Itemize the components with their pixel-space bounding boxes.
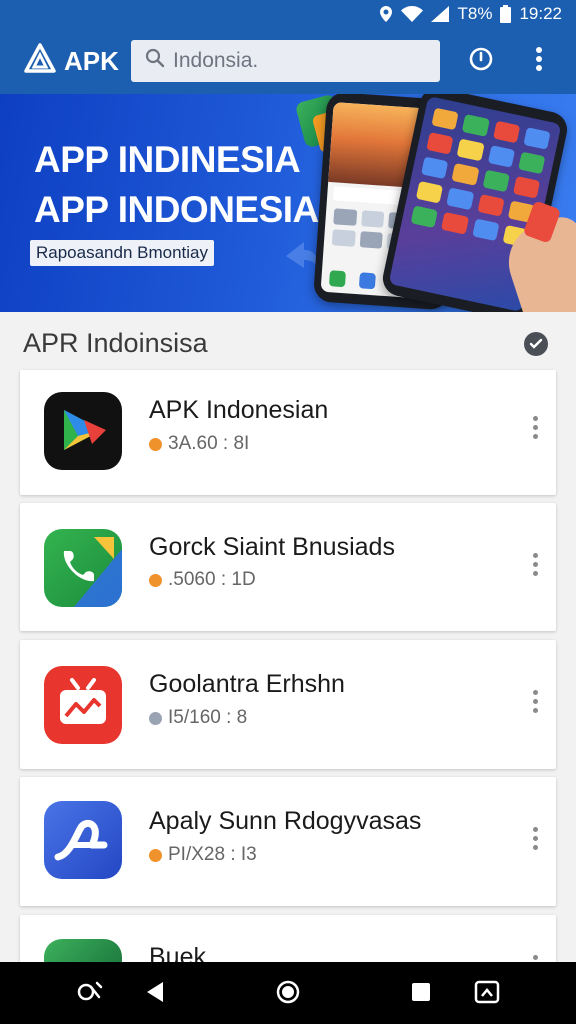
app-title: APK [64,45,119,76]
app-meta: PI/X28 : I3 [149,844,257,866]
app-name: Apaly Sunn Rdogyvasas [149,807,422,835]
app-meta: 3A.60 : 8I [149,433,249,455]
battery-percent: T8% [457,4,493,23]
app-list-item[interactable]: Gorck Siaint Bnusiads .5060 : 1D [20,503,556,631]
app-meta: .5060 : 1D [149,569,256,591]
apk-logo-icon [24,42,56,80]
app-meta-text: 3A.60 : 8I [168,433,250,454]
recents-button[interactable] [406,979,436,1009]
banner-title-line1: APP INDINESIA [34,139,301,180]
app-list-item[interactable]: Apaly Sunn Rdogyvasas PI/X28 : I3 [20,777,556,906]
item-more-button[interactable] [530,827,540,850]
power-icon [468,46,494,77]
play-store-style-icon [44,392,122,470]
screenshot-icon [474,980,500,1009]
app-meta-text: I5/160 : 8 [168,707,248,728]
shield-check-icon [523,332,549,361]
location-icon [379,6,393,22]
phone-call-app-icon [44,529,122,607]
section-heading: APR Indoinsisa [23,328,208,358]
home-circle-icon [276,980,300,1009]
search-icon [145,48,165,74]
battery-icon [500,5,512,23]
screenshot-button[interactable] [472,979,502,1009]
tv-chart-app-icon [44,666,122,744]
search-input[interactable]: Indonsia. [131,40,440,82]
more-vert-icon [535,46,543,77]
signal-icon [431,6,450,22]
item-more-button[interactable] [530,553,540,576]
app-list-item[interactable]: Goolantra Erhshn I5/160 : 8 [20,640,556,769]
section-info-button[interactable] [523,331,549,362]
item-more-button[interactable] [530,416,540,439]
app-logo[interactable]: APK [24,42,119,80]
system-navigation-bar [0,962,576,1024]
app-meta-text: PI/X28 : I3 [168,844,257,865]
app-name: Gorck Siaint Bnusiads [149,533,395,561]
accessibility-button[interactable] [76,979,106,1009]
app-meta: I5/160 : 8 [149,707,247,729]
letter-a-app-icon [44,801,122,879]
banner-title-line2: APP INDONESIA [34,189,319,230]
recents-square-icon [410,981,432,1008]
home-button[interactable] [273,979,303,1009]
power-button[interactable] [466,46,496,76]
wifi-icon [401,6,424,22]
promo-banner[interactable]: APP INDINESIA APP INDONESIA Rapoasandn B… [0,94,576,312]
back-button[interactable] [140,979,170,1009]
overflow-menu-button[interactable] [524,46,554,76]
rating-icon [149,573,162,587]
app-meta-text: .5060 : 1D [168,569,256,590]
app-bar: APK Indonsia. [0,28,576,94]
search-placeholder: Indonsia. [173,49,259,72]
back-triangle-icon [145,981,165,1008]
app-list-item[interactable]: APK Indonesian 3A.60 : 8I [20,370,556,495]
rating-icon [149,437,162,451]
status-bar: T8% 19:22 [0,0,576,28]
rating-icon [149,711,162,725]
app-name: APK Indonesian [149,396,329,424]
banner-subtitle: Rapoasandn Bmontiay [30,240,215,266]
item-more-button[interactable] [530,690,540,713]
app-name: Goolantra Erhshn [149,670,345,698]
rating-icon [149,848,162,862]
accessibility-icon [77,979,105,1010]
clock: 19:22 [519,4,562,23]
